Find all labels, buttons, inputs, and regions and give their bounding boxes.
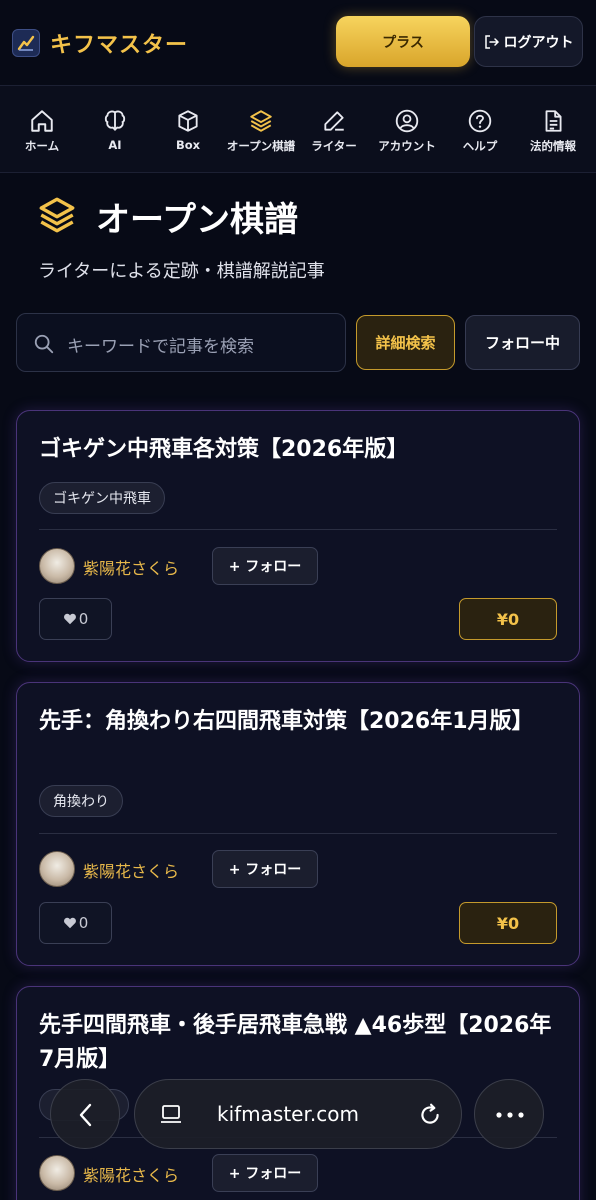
document-icon — [545, 110, 562, 132]
reader-icon — [161, 1105, 181, 1123]
like-count: 0 — [78, 610, 89, 628]
divider — [39, 529, 557, 530]
heart-icon — [63, 613, 76, 625]
plus-button[interactable]: プラス — [336, 16, 470, 67]
avatar[interactable] — [39, 1155, 75, 1191]
nav-item-writer[interactable]: ライター — [298, 86, 370, 174]
layers-icon — [39, 197, 75, 233]
article-title[interactable]: 先手四間飛車・後手居飛車急戦 ▲46歩型【2026年7月版】 — [39, 1009, 561, 1077]
logout-button[interactable]: ログアウト — [474, 16, 583, 67]
price-badge[interactable]: ¥0 — [459, 598, 557, 640]
nav-item-legal[interactable]: 法的情報 — [517, 86, 589, 174]
search-placeholder: キーワードで記事を検索 — [67, 337, 254, 357]
brain-icon — [104, 110, 126, 131]
nav-item-open-kifu[interactable]: オープン棋譜 — [225, 86, 297, 174]
follow-button[interactable]: + フォロー — [212, 850, 318, 888]
browser-url: kifmaster.com — [217, 1102, 359, 1126]
help-icon — [468, 109, 492, 133]
app-name: キフマスター — [50, 33, 189, 58]
layers-icon — [250, 110, 272, 132]
pen-icon — [324, 111, 344, 131]
page-title: オープン棋譜 — [96, 200, 298, 240]
app-logo[interactable]: キフマスター — [12, 27, 188, 59]
nav-item-account[interactable]: アカウント — [371, 86, 443, 174]
home-icon — [31, 110, 53, 132]
article-card[interactable]: ゴキゲン中飛車各対策【2026年版】 ゴキゲン中飛車 紫陽花さくら + フォロー… — [16, 410, 580, 662]
detail-search-button[interactable]: 詳細検索 — [356, 315, 455, 370]
user-circle-icon — [395, 109, 419, 133]
article-tag[interactable]: 角換わり — [39, 785, 123, 817]
following-filter-button[interactable]: フォロー中 — [465, 315, 580, 370]
divider — [39, 833, 557, 834]
logout-icon — [484, 34, 499, 49]
like-button[interactable]: 0 — [39, 902, 112, 944]
author-name[interactable]: 紫陽花さくら — [83, 1162, 179, 1186]
nav-item-box[interactable]: Box — [152, 86, 224, 174]
article-tag[interactable]: ゴキゲン中飛車 — [39, 482, 165, 514]
avatar[interactable] — [39, 851, 75, 887]
author-name[interactable]: 紫陽花さくら — [83, 858, 179, 882]
author-name[interactable]: 紫陽花さくら — [83, 555, 179, 579]
like-button[interactable]: 0 — [39, 598, 112, 640]
more-icon — [496, 1112, 524, 1118]
chart-icon — [12, 29, 40, 57]
avatar[interactable] — [39, 548, 75, 584]
logout-label: ログアウト — [503, 34, 574, 51]
chevron-left-icon — [79, 1103, 92, 1127]
nav-item-ai[interactable]: AI — [79, 86, 151, 174]
nav-label: 法的情報 — [530, 139, 576, 153]
article-title[interactable]: ゴキゲン中飛車各対策【2026年版】 — [39, 433, 561, 467]
app-header: キフマスター プラス ログアウト — [0, 0, 596, 84]
follow-button[interactable]: + フォロー — [212, 547, 318, 585]
search-icon — [34, 334, 54, 354]
like-count: 0 — [78, 914, 89, 932]
box-icon — [178, 110, 198, 132]
main-nav: ホーム AI Box オープン棋譜 ライター アカウント ヘルプ 法的情報 — [0, 85, 596, 173]
browser-back-button[interactable] — [50, 1079, 120, 1149]
browser-more-button[interactable] — [474, 1079, 544, 1149]
reload-icon[interactable] — [417, 1102, 443, 1128]
search-input[interactable]: キーワードで記事を検索 — [16, 313, 346, 372]
nav-item-help[interactable]: ヘルプ — [444, 86, 516, 174]
price-badge[interactable]: ¥0 — [459, 902, 557, 944]
page-subtitle: ライターによる定跡・棋譜解説記事 — [38, 261, 325, 282]
browser-toolbar: kifmaster.com — [0, 1070, 596, 1160]
browser-address-bar[interactable]: kifmaster.com — [134, 1079, 462, 1149]
article-title[interactable]: 先手：角換わり右四間飛車対策【2026年1月版】 — [39, 705, 561, 739]
heart-icon — [63, 917, 76, 929]
nav-item-home[interactable]: ホーム — [6, 86, 78, 174]
article-card[interactable]: 先手：角換わり右四間飛車対策【2026年1月版】 角換わり 紫陽花さくら + フ… — [16, 682, 580, 966]
